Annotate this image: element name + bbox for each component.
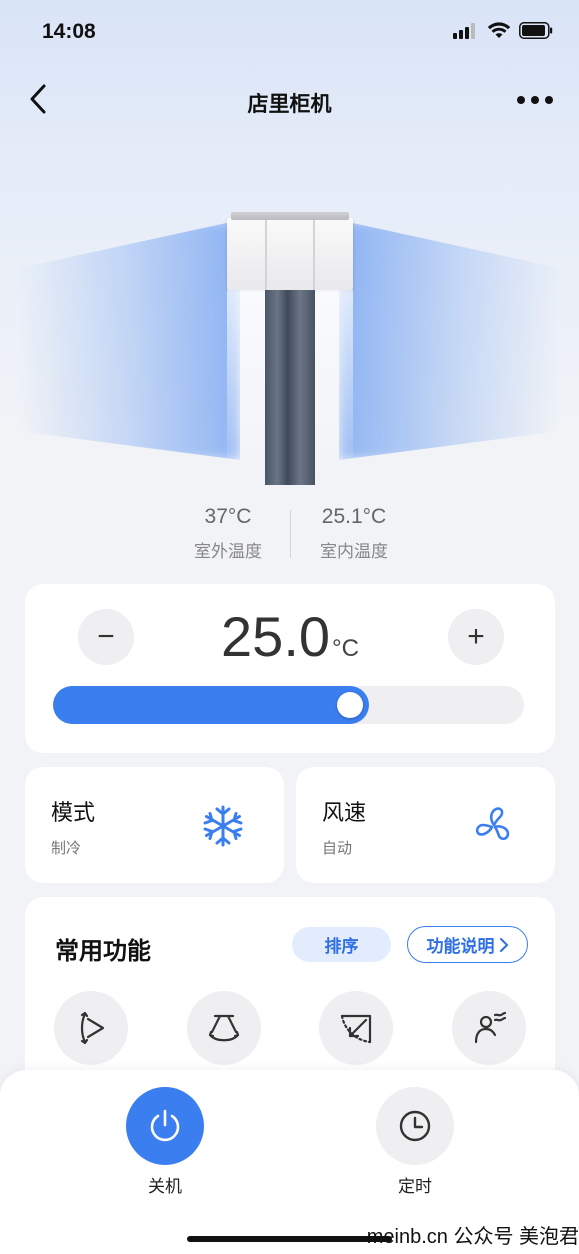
swing-horizontal-icon [80, 1011, 105, 1045]
wind-direction-icon [340, 1014, 372, 1044]
mode-card[interactable]: 模式 制冷 [25, 767, 284, 883]
airflow-right [339, 220, 559, 460]
watermark-text: meinb.cn 公众号 美泡君 [366, 1226, 579, 1248]
timer-button[interactable] [376, 1087, 454, 1165]
temperature-slider[interactable] [53, 686, 524, 724]
timer-label: 定时 [398, 1177, 432, 1196]
swing-vertical-icon [208, 1014, 240, 1042]
outdoor-temperature: 37°C 室外温度 [168, 505, 288, 562]
airflow-left [20, 220, 240, 460]
setpoint-value: 25.0 [221, 605, 331, 668]
power-button[interactable] [126, 1087, 204, 1165]
ac-illustration [0, 190, 579, 490]
page-title: 店里柜机 [247, 93, 332, 116]
indoor-temp-value: 25.1°C [321, 505, 387, 528]
slider-thumb[interactable] [337, 692, 363, 718]
snowflake-icon [203, 805, 243, 847]
indoor-temp-label: 室内温度 [320, 542, 388, 561]
slider-fill [53, 686, 369, 724]
swing-horizontal-button[interactable] [54, 991, 128, 1065]
clock-icon [399, 1110, 431, 1142]
fan-speed-title: 风速 [322, 800, 367, 825]
home-indicator [187, 1236, 392, 1242]
temperature-divider [290, 510, 291, 558]
mode-title: 模式 [51, 800, 96, 825]
plus-icon: + [467, 620, 485, 653]
sort-button[interactable]: 排序 [292, 927, 391, 962]
battery-icon [519, 22, 553, 39]
fan-icon [475, 807, 510, 841]
more-icon [517, 96, 553, 104]
anti-direct-wind-icon [474, 1011, 507, 1044]
ac-unit-image [227, 212, 353, 487]
status-icons [453, 22, 553, 39]
signal-icon [453, 22, 475, 39]
status-time: 14:08 [42, 20, 96, 43]
outdoor-temp-value: 37°C [204, 505, 252, 528]
function-help-button[interactable]: 功能说明 [407, 926, 528, 963]
more-button[interactable] [513, 86, 557, 114]
wifi-icon [487, 22, 511, 38]
swing-vertical-button[interactable] [187, 991, 261, 1065]
power-label: 关机 [148, 1177, 182, 1196]
mode-value: 制冷 [51, 840, 82, 857]
fan-speed-card[interactable]: 风速 自动 [296, 767, 555, 883]
power-icon [150, 1109, 180, 1142]
anti-direct-wind-button[interactable] [452, 991, 526, 1065]
common-functions-card: 常用功能 排序 功能说明 [25, 897, 555, 1097]
setpoint-unit: °C [332, 635, 359, 662]
function-help-label: 功能说明 [426, 937, 495, 956]
wind-direction-button[interactable] [319, 991, 393, 1065]
functions-title: 常用功能 [55, 938, 151, 965]
increase-temp-button[interactable]: + [448, 609, 504, 665]
indoor-temperature: 25.1°C 室内温度 [294, 505, 414, 562]
setpoint-card: − 25.0°C + [25, 584, 555, 753]
chevron-right-icon [499, 937, 508, 952]
outdoor-temp-label: 室外温度 [194, 542, 262, 561]
fan-speed-value: 自动 [322, 840, 353, 857]
